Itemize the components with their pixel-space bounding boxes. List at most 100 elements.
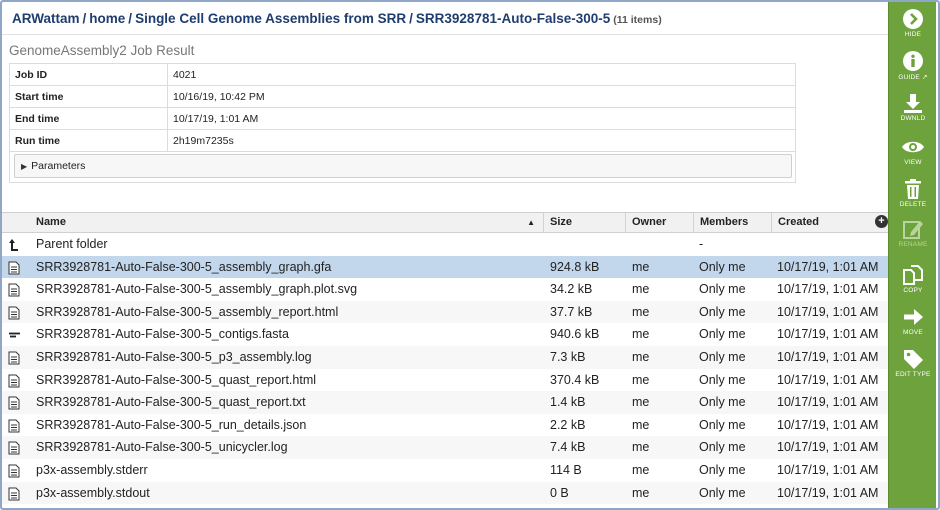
column-header-label: Created <box>778 216 819 228</box>
document-icon <box>8 305 22 320</box>
job-field-row: Run time 2h19m7235s <box>9 129 796 152</box>
column-header-size[interactable]: Size <box>544 213 626 232</box>
file-name: p3x-assembly.stdout <box>36 485 150 500</box>
table-row[interactable]: SRR3928781-Auto-False-300-5_unicycler.lo… <box>2 436 888 459</box>
job-field-value: 10/17/19, 1:01 AM <box>167 107 796 130</box>
column-header-label: Name <box>36 216 66 228</box>
download-button[interactable]: DWNLD <box>889 92 937 122</box>
file-owner: me <box>632 485 650 500</box>
job-field-label: Start time <box>9 85 168 108</box>
file-size: 37.7 kB <box>550 304 593 319</box>
file-members: Only me <box>699 440 746 455</box>
file-created: 10/17/19, 1:01 AM <box>777 349 879 364</box>
table-row[interactable]: SRR3928781-Auto-False-300-5_assembly_gra… <box>2 278 888 301</box>
job-field-label: End time <box>9 107 168 130</box>
breadcrumb-current: SRR3928781-Auto-False-300-5 <box>415 11 611 26</box>
triangle-right-icon: ▶ <box>21 162 28 171</box>
file-owner: me <box>632 462 650 477</box>
job-field-row: Start time 10/16/19, 10:42 PM <box>9 85 796 108</box>
view-label: VIEW <box>904 159 922 166</box>
sort-ascending-icon[interactable]: ▲ <box>527 213 535 232</box>
file-size: 924.8 kB <box>550 259 600 274</box>
file-members: Only me <box>699 417 746 432</box>
hide-button[interactable]: HIDE <box>889 8 937 38</box>
file-created: 10/17/19, 1:01 AM <box>777 304 879 319</box>
file-size: 0 B <box>550 485 569 500</box>
breadcrumb-separator: / <box>409 11 413 26</box>
table-row[interactable]: p3x-assembly.stdout 0 B me Only me 10/17/19,… <box>2 481 888 505</box>
delete-button[interactable]: DELETE <box>889 178 937 208</box>
file-name: SRR3928781-Auto-False-300-5_contigs.fast… <box>36 327 289 342</box>
job-field-value: 10/16/19, 10:42 PM <box>167 85 796 108</box>
table-row[interactable]: SRR3928781-Auto-False-300-5_contigs.fast… <box>2 323 888 346</box>
edit-type-button[interactable]: EDIT TYPE <box>889 348 937 378</box>
table-row[interactable]: SRR3928781-Auto-False-300-5_p3_assembly.… <box>2 345 888 369</box>
column-header-label: Size <box>550 216 573 228</box>
file-size: 7.4 kB <box>550 440 586 455</box>
file-created: 10/17/19, 1:01 AM <box>777 417 879 432</box>
job-field-label: Run time <box>9 129 168 152</box>
column-header-label: Owner <box>632 216 667 228</box>
view-button[interactable]: VIEW <box>889 136 937 166</box>
breadcrumb: ARWattam / home / Single Cell Genome Assembl… <box>12 11 662 26</box>
breadcrumb-home[interactable]: home <box>89 11 125 26</box>
table-row[interactable]: SRR3928781-Auto-False-300-5_quast_report… <box>2 391 888 414</box>
parameters-toggle[interactable]: ▶ Parameters <box>14 154 792 178</box>
action-sidebar: HIDE GUIDE ↗ DWNLD VIEW DELETE RENAME CO… <box>888 2 936 508</box>
file-owner: me <box>632 440 650 455</box>
file-created: 10/17/19, 1:01 AM <box>777 282 879 297</box>
job-field-row: Job ID 4021 <box>9 63 796 86</box>
document-icon <box>8 463 22 478</box>
file-name: SRR3928781-Auto-False-300-5_assembly_gra… <box>36 282 358 297</box>
move-button[interactable]: MOVE <box>889 306 937 336</box>
hide-label: HIDE <box>904 31 922 38</box>
parameters-container: ▶ Parameters <box>9 151 796 183</box>
file-members: Only me <box>699 485 746 500</box>
table-row[interactable]: SRR3928781-Auto-False-300-5_assembly_gra… <box>2 255 888 279</box>
table-row[interactable]: SRR3928781-Auto-False-300-5_run_details.… <box>2 414 888 437</box>
job-field-label: Job ID <box>9 63 168 86</box>
file-owner: me <box>632 259 650 274</box>
file-owner: me <box>632 349 650 364</box>
document-icon <box>8 418 22 433</box>
table-row[interactable]: SRR3928781-Auto-False-300-5_quast_report… <box>2 369 888 392</box>
file-members: Only me <box>699 327 746 342</box>
file-size: 34.2 kB <box>550 282 593 297</box>
file-members: - <box>699 237 704 251</box>
trash-icon <box>905 179 921 199</box>
guide-button[interactable]: GUIDE ↗ <box>889 50 937 81</box>
breadcrumb-user[interactable]: ARWattam <box>12 11 80 26</box>
file-members: Only me <box>699 259 746 274</box>
copy-button[interactable]: COPY <box>889 264 937 294</box>
file-members: Only me <box>699 349 746 364</box>
document-icon <box>8 395 22 410</box>
column-header-members[interactable]: Members <box>694 213 772 232</box>
job-result-title: GenomeAssembly2 Job Result <box>9 43 195 58</box>
file-created: 10/17/19, 1:01 AM <box>777 327 879 342</box>
file-size: 7.3 kB <box>550 349 586 364</box>
guide-label: GUIDE ↗ <box>898 74 928 81</box>
file-size: 114 B <box>550 462 582 477</box>
column-header-name[interactable]: Name ▲ <box>30 213 544 232</box>
file-created: 10/17/19, 1:01 AM <box>777 485 879 500</box>
breadcrumb-folder[interactable]: Single Cell Genome Assemblies from SRR <box>135 11 406 26</box>
job-field-value: 4021 <box>167 63 796 86</box>
table-row[interactable]: p3x-assembly.stderr 114 B me Only me 10/17/1… <box>2 459 888 482</box>
table-row[interactable]: SRR3928781-Auto-False-300-5_assembly_rep… <box>2 300 888 324</box>
rename-button[interactable]: RENAME <box>889 218 937 248</box>
chevron-right-circle-icon <box>903 9 923 29</box>
file-size: 370.4 kB <box>550 372 600 387</box>
file-owner: me <box>632 372 650 387</box>
file-name: SRR3928781-Auto-False-300-5_p3_assembly.… <box>36 349 312 364</box>
add-column-icon[interactable]: + <box>875 215 888 228</box>
column-header-created[interactable]: Created <box>772 213 888 232</box>
file-owner: me <box>632 282 650 297</box>
document-icon <box>8 373 22 388</box>
parent-folder-row[interactable]: Parent folder - <box>2 233 888 256</box>
column-header-owner[interactable]: Owner <box>626 213 694 232</box>
external-link-icon: ↗ <box>921 74 928 81</box>
tag-icon <box>904 350 923 369</box>
file-size: 940.6 kB <box>550 327 600 342</box>
file-name: SRR3928781-Auto-False-300-5_run_details.… <box>36 417 307 432</box>
document-icon <box>8 282 22 297</box>
